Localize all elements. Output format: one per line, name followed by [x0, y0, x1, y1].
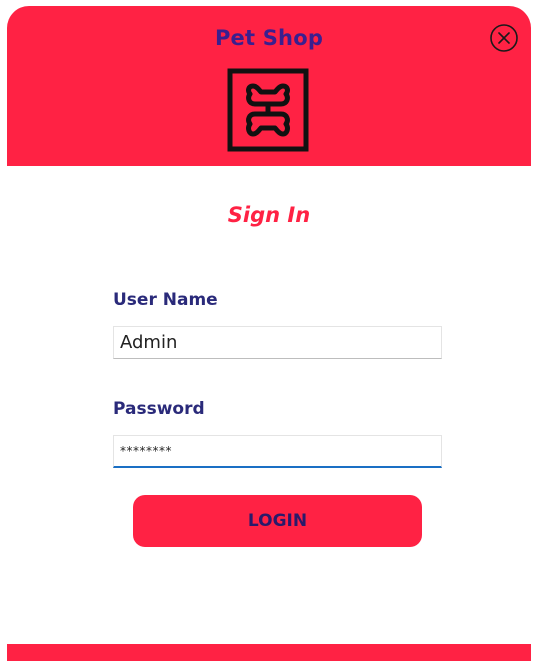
- login-window: Pet Shop Sign In User Name Password LOGI…: [7, 6, 531, 661]
- username-label: User Name: [113, 290, 218, 310]
- footer-bar: [7, 644, 531, 661]
- paw-bone-logo-icon: [227, 68, 309, 152]
- close-button[interactable]: [489, 23, 519, 53]
- username-input[interactable]: [113, 326, 442, 359]
- signin-heading: Sign In: [227, 203, 311, 227]
- password-input[interactable]: [113, 435, 442, 468]
- logo: [227, 68, 309, 152]
- login-button[interactable]: LOGIN: [133, 495, 422, 547]
- password-label: Password: [113, 399, 205, 419]
- header-banner: Pet Shop: [7, 6, 531, 166]
- app-title: Pet Shop: [214, 26, 324, 50]
- close-icon: [490, 24, 518, 52]
